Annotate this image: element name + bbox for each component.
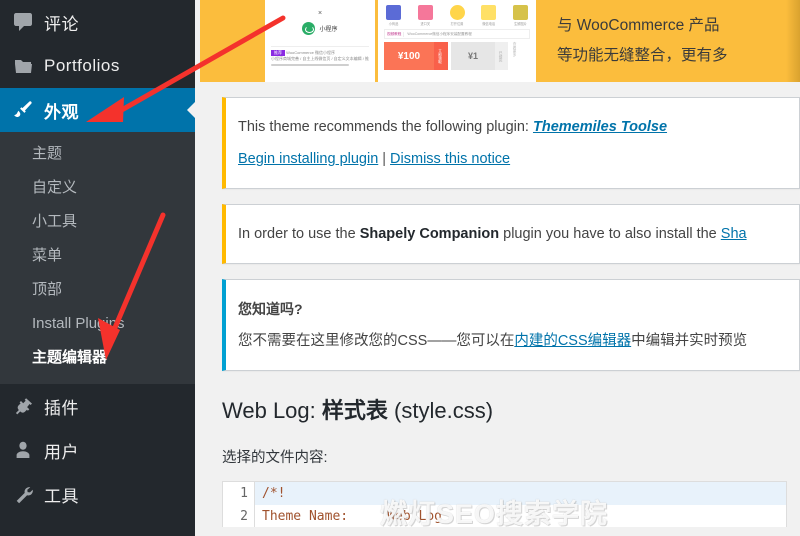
portfolio-folder-icon xyxy=(9,56,37,76)
active-menu-pointer-icon xyxy=(187,101,195,119)
sidebar-item-install-plugins[interactable]: Install Plugins xyxy=(0,307,195,341)
sidebar-item-plugins[interactable]: 插件 xyxy=(0,384,195,428)
notice-tip-prefix: 您不需要在这里修改您的CSS——您可以在 xyxy=(238,333,515,349)
tools-wrench-icon xyxy=(9,484,37,504)
page-title-file: 样式表 xyxy=(321,398,388,423)
notice-recommend-plugin: This theme recommends the following plug… xyxy=(222,97,800,189)
promo-coupons: ¥100 立即领取 ¥1 已领完 查看更多 xyxy=(384,42,530,70)
sidebar-item-label: 评论 xyxy=(44,14,79,34)
promo-more-label: 查看更多 xyxy=(513,42,517,57)
page-title-prefix: Web Log: xyxy=(222,398,322,423)
promo-icon-4 xyxy=(481,5,497,20)
promo-text-line-1: 与 WooCommerce 产品 xyxy=(557,17,720,34)
promo-banner[interactable]: × 小程序 推荐 WooCommerce 微信小程序 小程序商城完善 / 自主上… xyxy=(200,0,800,82)
promo-icon-3 xyxy=(449,5,465,20)
notice-tip-suffix: 中编辑并实时预览 xyxy=(631,333,748,349)
sidebar-item-label: 工具 xyxy=(44,486,79,506)
sidebar-item-portfolios[interactable]: Portfolios xyxy=(0,44,195,88)
sidebar-item-themes[interactable]: 主题 xyxy=(0,137,195,171)
page-title: Web Log: 样式表 (style.css) xyxy=(222,397,800,426)
sidebar-item-menus[interactable]: 菜单 xyxy=(0,239,195,273)
link-thememiles-toolset[interactable]: Thememiles Toolse xyxy=(533,119,667,135)
code-line[interactable]: 2 Theme Name: Web Log xyxy=(223,504,786,527)
promo-text-line-2: 等功能无缝整合，更有多 xyxy=(557,47,728,64)
link-builtin-css-editor[interactable]: 内建的CSS编辑器 xyxy=(514,333,631,349)
notice-shapely-line: In order to use the Shapely Companion pl… xyxy=(238,221,787,247)
notice-shapely-companion: In order to use the Shapely Companion pl… xyxy=(222,204,800,264)
notice-shapely-plugin-name: Shapely Companion xyxy=(359,226,500,242)
notice-shapely-prefix: In order to use the xyxy=(238,226,360,242)
wechat-logo-icon xyxy=(302,22,316,35)
promo-screenshot-store-features: 小商品 进口关 打开位置 微信电话 生鲜图片 视频教程 WooCommerce微… xyxy=(378,0,536,82)
promo-coupon-red: ¥100 立即领取 xyxy=(384,42,448,70)
users-person-icon xyxy=(9,440,37,460)
promo-brand-label: 小程序 xyxy=(319,27,338,33)
line-text: /*! xyxy=(262,485,286,501)
link-dismiss-this-notice[interactable]: Dismiss this notice xyxy=(390,151,510,167)
promo-icon-2 xyxy=(417,5,433,20)
sidebar-item-label: 插件 xyxy=(44,398,79,418)
promo-spacer xyxy=(200,0,265,82)
promo-icon-5 xyxy=(513,5,528,20)
line-number: 1 xyxy=(223,481,255,505)
line-number: 2 xyxy=(223,504,255,527)
promo-screenshot-wechat-miniprogram: × 小程序 推荐 WooCommerce 微信小程序 小程序商城完善 / 自主上… xyxy=(265,0,375,82)
sidebar-item-theme-editor[interactable]: 主题编辑器 xyxy=(0,341,195,375)
page-title-suffix: (style.css) xyxy=(387,398,494,423)
sidebar-item-label: Portfolios xyxy=(44,56,120,75)
sidebar-item-header[interactable]: 顶部 xyxy=(0,273,195,307)
promo-coupon-gray: ¥1 已领完 xyxy=(451,42,508,70)
theme-editor-wrap: Web Log: 样式表 (style.css) 选择的文件内容: 1 /*! … xyxy=(195,397,800,527)
sidebar-item-comments[interactable]: 评论 xyxy=(0,0,195,44)
notice-css-editor-tip: 您知道吗? 您不需要在这里修改您的CSS——您可以在内建的CSS编辑器中编辑并实… xyxy=(222,279,800,371)
code-editor[interactable]: 1 /*! 2 Theme Name: Web Log xyxy=(222,480,787,527)
sidebar-item-users[interactable]: 用户 xyxy=(0,428,195,472)
admin-sidebar: 评论 Portfolios 外观 主题 自定义 小工具 菜单 顶部 Instal… xyxy=(0,0,195,536)
appearance-brush-icon xyxy=(9,100,37,120)
notice-recommend-prefix: This theme recommends the following plug… xyxy=(238,119,533,135)
notice-tip-body: 您不需要在这里修改您的CSS——您可以在内建的CSS编辑器中编辑并实时预览 xyxy=(238,328,787,354)
plugins-plug-icon xyxy=(9,396,37,416)
file-content-label: 选择的文件内容: xyxy=(222,449,328,466)
sidebar-item-customize[interactable]: 自定义 xyxy=(0,171,195,205)
notice-tip-heading: 您知道吗? xyxy=(238,301,303,317)
promo-close-glyph: × xyxy=(317,10,323,17)
promo-text: 与 WooCommerce 产品 等功能无缝整合，更有多 xyxy=(539,0,800,82)
sidebar-item-appearance[interactable]: 外观 xyxy=(0,88,195,132)
notice-recommend-line: This theme recommends the following plug… xyxy=(238,114,787,140)
link-shapely[interactable]: Sha xyxy=(721,226,747,242)
promo-caption: WooCommerce 微信小程序 xyxy=(286,50,335,56)
main-content: × 小程序 推荐 WooCommerce 微信小程序 小程序商城完善 / 自主上… xyxy=(195,0,800,536)
sidebar-item-label: 用户 xyxy=(44,442,79,462)
sidebar-item-tools[interactable]: 工具 xyxy=(0,472,195,516)
promo-subcaption: 小程序商城完善 / 自主上线微信页 / 自定义文本编辑 / 推 xyxy=(271,56,370,62)
promo-edge-fade xyxy=(786,0,800,82)
notice-recommend-actions: Begin installing plugin | Dismiss this not… xyxy=(238,146,787,172)
sidebar-item-label: 外观 xyxy=(44,102,79,122)
promo-feature-icons: 小商品 进口关 打开位置 微信电话 生鲜图片 xyxy=(382,3,532,26)
line-text: Theme Name: Web Log xyxy=(262,508,443,524)
code-line[interactable]: 1 /*! xyxy=(223,481,786,505)
promo-tutorial-row: 视频教程 WooCommerce微信小程序安装配置教程 xyxy=(384,29,530,39)
sidebar-item-widgets[interactable]: 小工具 xyxy=(0,205,195,239)
screen: 评论 Portfolios 外观 主题 自定义 小工具 菜单 顶部 Instal… xyxy=(0,0,800,536)
promo-filler-bar xyxy=(271,64,350,67)
promo-icon-1 xyxy=(386,5,401,20)
action-separator: | xyxy=(382,151,387,167)
comments-icon xyxy=(9,12,37,32)
link-begin-installing-plugin[interactable]: Begin installing plugin xyxy=(238,151,378,167)
notice-shapely-mid: plugin you have to also install the xyxy=(499,226,721,242)
appearance-submenu: 主题 自定义 小工具 菜单 顶部 Install Plugins 主题编辑器 xyxy=(0,132,195,384)
